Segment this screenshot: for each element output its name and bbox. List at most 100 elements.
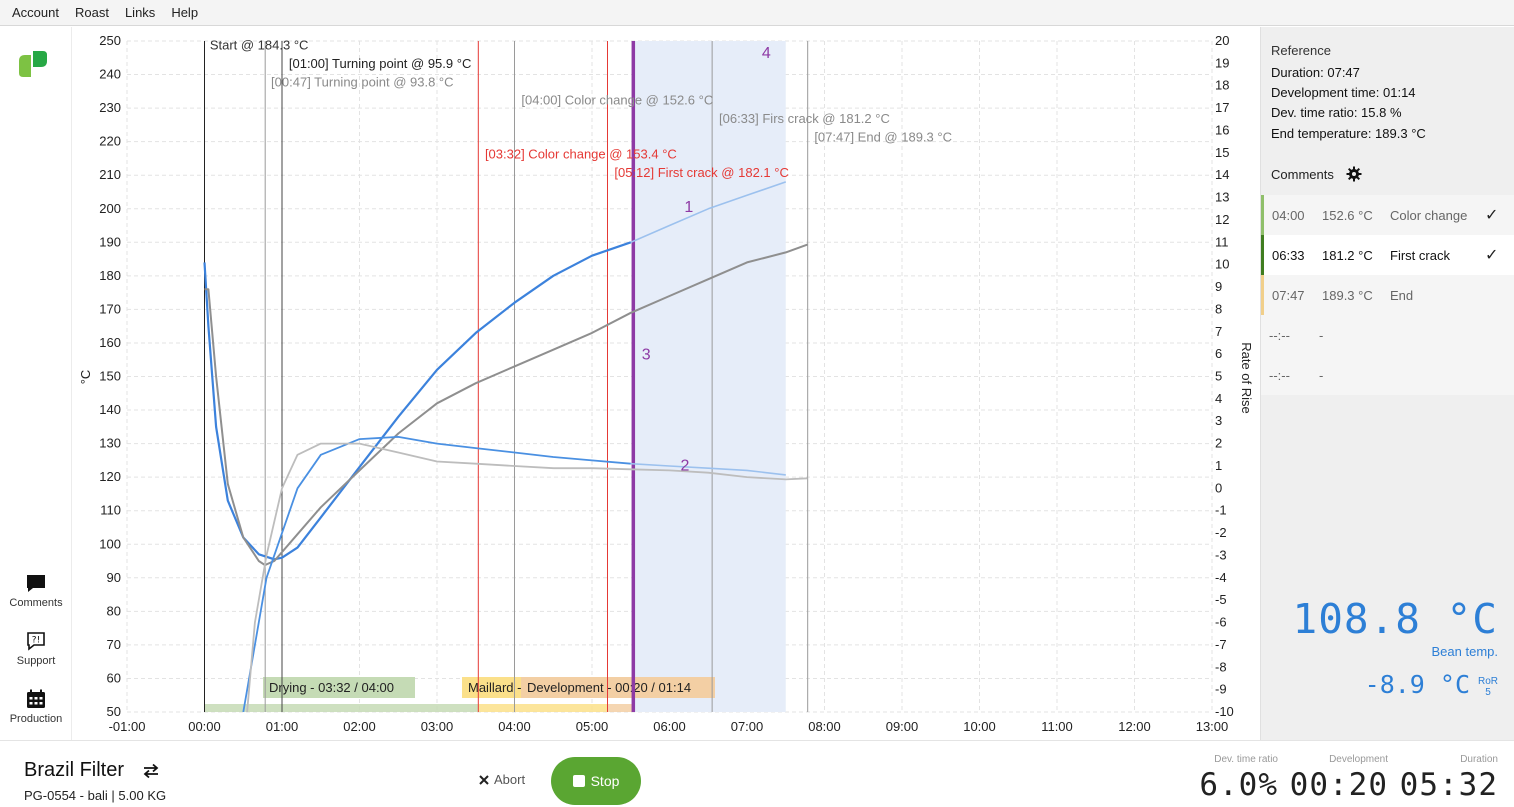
menu-account[interactable]: Account bbox=[4, 5, 67, 20]
comment-row[interactable]: --:-- - bbox=[1261, 355, 1514, 395]
ror-window: 5 bbox=[1485, 687, 1491, 698]
gear-icon[interactable] bbox=[1346, 166, 1362, 182]
y-right-tick-label: -9 bbox=[1215, 682, 1227, 697]
swap-icon[interactable] bbox=[142, 763, 160, 779]
y-right-tick-label: 1 bbox=[1215, 458, 1222, 473]
comment-time: --:-- bbox=[1269, 327, 1290, 343]
bean-temp-readout: 108.8 °C bbox=[1292, 595, 1498, 643]
stop-button[interactable]: Stop bbox=[551, 757, 641, 805]
y-right-tick-label: 11 bbox=[1215, 234, 1229, 249]
x-tick-label: 11:00 bbox=[1041, 719, 1073, 734]
comment-time: 07:47 bbox=[1272, 287, 1305, 303]
dev-ratio-stat: Dev. time ratio 6.0% bbox=[1199, 754, 1278, 803]
phase-bar-maillard bbox=[478, 704, 608, 712]
development-label: Development bbox=[1329, 754, 1388, 765]
y-right-tick-label: -1 bbox=[1215, 503, 1227, 518]
y-right-tick-label: -4 bbox=[1215, 570, 1227, 585]
y-left-tick-label: 240 bbox=[99, 67, 121, 82]
comment-temp: 152.6 °C bbox=[1322, 207, 1373, 223]
roast-chart: Drying - 03:32 / 04:00 Maillard - Develop… bbox=[78, 33, 1254, 734]
event-annotation: [07:47] End @ 189.3 °C bbox=[814, 130, 952, 145]
curve-marker: 1 bbox=[684, 199, 693, 216]
y-left-tick-label: 90 bbox=[107, 570, 121, 585]
ror-label: RoR 5 bbox=[1478, 676, 1498, 698]
profile-name: Brazil Filter bbox=[24, 759, 125, 781]
reference-title: Reference bbox=[1271, 43, 1331, 58]
duration-label: Duration bbox=[1460, 754, 1498, 765]
x-tick-label: 02:00 bbox=[343, 719, 376, 734]
ror-label-text: RoR bbox=[1477, 676, 1498, 687]
comments-nav-button[interactable]: Comments bbox=[0, 572, 72, 609]
y-left-tick-label: 210 bbox=[99, 167, 121, 182]
y-left-tick-label: 220 bbox=[99, 134, 121, 149]
y-left-tick-label: 120 bbox=[99, 469, 121, 484]
projection-band bbox=[633, 41, 786, 712]
bean-temp-label: Bean temp. bbox=[1431, 644, 1499, 659]
y-right-axis-label: Rate of Rise bbox=[1239, 342, 1254, 414]
menu-help[interactable]: Help bbox=[163, 5, 206, 20]
menu-roast[interactable]: Roast bbox=[67, 5, 117, 20]
event-annotation: Start @ 184.3 °C bbox=[210, 37, 309, 52]
y-left-tick-label: 230 bbox=[99, 100, 121, 115]
svg-text:?!: ?! bbox=[32, 636, 40, 646]
profile-details: PG-0554 - bali | 5.00 KG bbox=[24, 788, 167, 803]
y-right-tick-label: 10 bbox=[1215, 257, 1229, 272]
event-annotation: [00:47] Turning point @ 93.8 °C bbox=[271, 74, 453, 89]
y-right-tick-label: 8 bbox=[1215, 301, 1222, 316]
abort-button[interactable]: Abort bbox=[478, 772, 525, 787]
y-right-tick-label: 16 bbox=[1215, 122, 1229, 137]
x-tick-label: 03:00 bbox=[421, 719, 454, 734]
y-right-tick-label: 7 bbox=[1215, 324, 1222, 339]
curve-marker: 4 bbox=[762, 45, 771, 62]
reference-duration: Duration: 07:47 bbox=[1271, 65, 1360, 80]
event-annotation: [06:33] Firs crack @ 181.2 °C bbox=[719, 111, 890, 126]
y-left-tick-label: 60 bbox=[107, 670, 121, 685]
y-right-tick-label: 13 bbox=[1215, 190, 1229, 205]
comment-temp: - bbox=[1319, 367, 1324, 383]
x-tick-label: 10:00 bbox=[963, 719, 996, 734]
x-tick-label: 05:00 bbox=[576, 719, 609, 734]
x-tick-label: 12:00 bbox=[1118, 719, 1151, 734]
comment-time: --:-- bbox=[1269, 367, 1290, 383]
y-left-tick-label: 180 bbox=[99, 268, 121, 283]
phase-label-maillard: Maillard - bbox=[468, 680, 521, 695]
stop-label: Stop bbox=[590, 773, 620, 789]
reference-development: Development time: 01:14 bbox=[1271, 85, 1416, 100]
y-left-tick-label: 170 bbox=[99, 301, 121, 316]
y-right-tick-label: -5 bbox=[1215, 592, 1227, 607]
comment-time: 04:00 bbox=[1272, 207, 1305, 223]
development-stat: Development 00:20 bbox=[1290, 754, 1388, 803]
x-tick-label: 07:00 bbox=[731, 719, 764, 734]
y-right-tick-label: 3 bbox=[1215, 413, 1222, 428]
y-right-tick-label: 6 bbox=[1215, 346, 1222, 361]
y-left-tick-label: 70 bbox=[107, 637, 121, 652]
event-annotation: [03:32] Color change @ 153.4 °C bbox=[485, 146, 677, 161]
comment-label: End bbox=[1390, 287, 1414, 303]
dev-ratio-value: 6.0% bbox=[1199, 767, 1278, 803]
comment-row[interactable]: 06:33 181.2 °C First crack ✓ bbox=[1261, 235, 1514, 275]
reference-end-temp: End temperature: 189.3 °C bbox=[1271, 126, 1426, 141]
y-left-tick-label: 190 bbox=[99, 234, 121, 249]
right-panel: Reference Duration: 07:47 Development ti… bbox=[1260, 27, 1514, 740]
comment-row[interactable]: --:-- - bbox=[1261, 315, 1514, 355]
comment-row[interactable]: 04:00 152.6 °C Color change ✓ bbox=[1261, 195, 1514, 235]
comment-row[interactable]: 07:47 189.3 °C End bbox=[1261, 275, 1514, 315]
support-nav-button[interactable]: ?! Support bbox=[0, 630, 72, 667]
menu-links[interactable]: Links bbox=[117, 5, 163, 20]
y-right-tick-label: 5 bbox=[1215, 369, 1222, 384]
x-tick-label: 09:00 bbox=[886, 719, 919, 734]
y-left-tick-label: 140 bbox=[99, 402, 121, 417]
comments-title: Comments bbox=[1271, 166, 1334, 182]
comment-label: First crack bbox=[1390, 247, 1450, 263]
y-right-tick-label: 0 bbox=[1215, 480, 1222, 495]
y-right-tick-label: -10 bbox=[1215, 704, 1234, 719]
calendar-icon bbox=[27, 689, 45, 708]
event-annotation: [01:00] Turning point @ 95.9 °C bbox=[289, 56, 471, 71]
stop-icon bbox=[572, 775, 585, 787]
production-nav-button[interactable]: Production bbox=[0, 688, 72, 725]
y-right-tick-label: 9 bbox=[1215, 279, 1222, 294]
y-left-tick-label: 250 bbox=[99, 33, 121, 48]
y-left-tick-label: 110 bbox=[100, 503, 121, 518]
app-logo-icon bbox=[19, 51, 47, 77]
event-annotation: [05:12] First crack @ 182.1 °C bbox=[614, 165, 788, 180]
